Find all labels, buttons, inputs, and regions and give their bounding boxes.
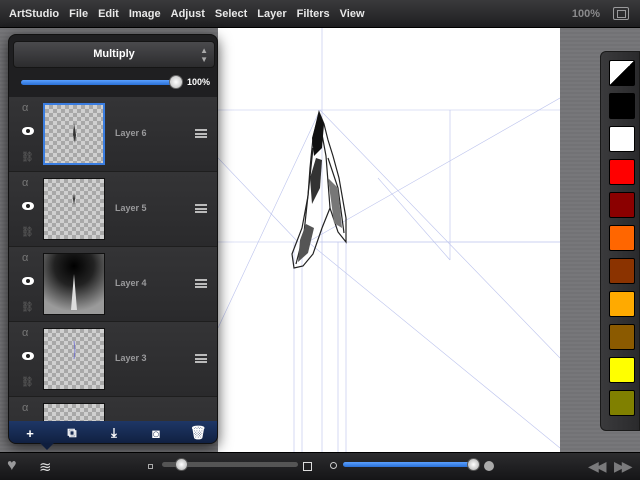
opacity-slider-track[interactable] <box>21 80 177 85</box>
layer-row[interactable]: α ⛓ Layer 5 <box>9 172 217 247</box>
blend-mode-select[interactable]: Multiply ▲ ▼ <box>13 41 215 68</box>
menu-image[interactable]: Image <box>129 8 161 20</box>
link-icon[interactable]: ⛓ <box>21 227 34 238</box>
layer-thumbnail-sketch <box>71 274 77 310</box>
layer-thumbnail-sketch <box>73 340 76 360</box>
menu-layer[interactable]: Layer <box>257 8 286 20</box>
heart-icon[interactable]: ♥ <box>7 457 17 475</box>
fg-bg-swatch[interactable] <box>609 60 635 86</box>
alpha-lock-icon[interactable]: α <box>22 402 28 414</box>
drag-handle-icon[interactable] <box>195 279 207 288</box>
brush-opacity-max-icon <box>484 461 494 471</box>
drawing-canvas[interactable] <box>218 28 560 452</box>
layer-list: α ⛓ Layer 6 α ⛓ Layer 5 α ⛓ Layer 4 α ⛓ … <box>9 97 217 421</box>
swatch-amber[interactable] <box>609 291 635 317</box>
brush-size-min-icon <box>148 464 153 469</box>
layers-panel: Multiply ▲ ▼ 100% α ⛓ Layer 6 α ⛓ Layer 5 <box>8 34 218 444</box>
menu-bar: ArtStudio File Edit Image Adjust Select … <box>0 0 640 28</box>
opacity-slider-knob[interactable] <box>169 75 183 89</box>
layer-thumbnail[interactable] <box>43 328 105 390</box>
swatch-black[interactable] <box>609 93 635 119</box>
delete-layer-button[interactable]: 🗑 <box>188 425 208 441</box>
duplicate-layer-button[interactable]: ⧉ <box>62 425 82 441</box>
sketch-artwork <box>218 28 560 452</box>
layer-thumbnail[interactable] <box>43 178 105 240</box>
fullscreen-icon[interactable] <box>613 7 629 20</box>
layer-name: Layer 5 <box>115 203 147 213</box>
swatch-white[interactable] <box>609 126 635 152</box>
opacity-label: 100% <box>187 77 211 87</box>
blend-mode-label: Multiply <box>93 48 135 60</box>
add-layer-button[interactable]: + <box>20 426 40 441</box>
panel-pointer <box>40 443 54 450</box>
visibility-eye-icon[interactable] <box>22 277 34 285</box>
swatch-yellow[interactable] <box>609 357 635 383</box>
menu-select[interactable]: Select <box>215 8 247 20</box>
layers-icon[interactable]: ≋ <box>39 458 52 476</box>
layer-name: Layer 3 <box>115 353 147 363</box>
visibility-eye-icon[interactable] <box>22 127 34 135</box>
alpha-lock-icon[interactable]: α <box>22 102 28 114</box>
brush-size-knob[interactable] <box>175 458 188 471</box>
brush-opacity-min-icon <box>330 462 337 469</box>
mask-layer-button[interactable]: ◙ <box>146 426 166 441</box>
layer-toolbar: + ⧉ ⤓ ◙ 🗑 <box>9 421 217 443</box>
swatch-dark-amber[interactable] <box>609 324 635 350</box>
layer-thumbnail[interactable] <box>43 253 105 315</box>
bottom-toolbar: ♥ ≋ ◀◀ ▶▶ <box>0 452 640 480</box>
layer-name: Layer 6 <box>115 128 147 138</box>
menu-app[interactable]: ArtStudio <box>9 8 59 20</box>
layer-thumbnail-sketch <box>73 123 76 143</box>
merge-layer-button[interactable]: ⤓ <box>104 425 124 441</box>
menu-adjust[interactable]: Adjust <box>171 8 205 20</box>
link-icon[interactable]: ⛓ <box>21 152 34 163</box>
menu-edit[interactable]: Edit <box>98 8 119 20</box>
layer-row[interactable]: α ⛓ Layer 6 <box>9 97 217 172</box>
layer-thumbnail-sketch <box>73 193 75 205</box>
link-icon[interactable]: ⛓ <box>21 377 34 388</box>
drag-handle-icon[interactable] <box>195 204 207 213</box>
alpha-lock-icon[interactable]: α <box>22 177 28 189</box>
link-icon[interactable]: ⛓ <box>21 302 34 313</box>
menu-file[interactable]: File <box>69 8 88 20</box>
visibility-eye-icon[interactable] <box>22 352 34 360</box>
swatch-brown[interactable] <box>609 258 635 284</box>
redo-icon[interactable]: ▶▶ <box>614 458 632 475</box>
swatch-red[interactable] <box>609 159 635 185</box>
swatch-orange[interactable] <box>609 225 635 251</box>
visibility-eye-icon[interactable] <box>22 202 34 210</box>
layer-thumbnail[interactable] <box>43 403 105 421</box>
swatch-olive[interactable] <box>609 390 635 416</box>
brush-size-max-icon <box>303 462 312 471</box>
brush-opacity-knob[interactable] <box>467 458 480 471</box>
alpha-lock-icon[interactable]: α <box>22 252 28 264</box>
opacity-row: 100% <box>9 71 217 95</box>
updown-arrows-icon: ▲ ▼ <box>200 46 208 64</box>
menu-view[interactable]: View <box>340 8 365 20</box>
zoom-level: 100% <box>571 8 600 20</box>
alpha-lock-icon[interactable]: α <box>22 327 28 339</box>
layer-row[interactable]: α ⛓ Layer 4 <box>9 247 217 322</box>
menu-filters[interactable]: Filters <box>297 8 330 20</box>
swatch-dark-red[interactable] <box>609 192 635 218</box>
layer-name: Layer 4 <box>115 278 147 288</box>
brush-opacity-slider[interactable] <box>343 462 479 467</box>
layer-row[interactable]: α ⛓ Layer 3 <box>9 322 217 397</box>
undo-icon[interactable]: ◀◀ <box>588 458 606 475</box>
layer-thumbnail[interactable] <box>43 103 105 165</box>
drag-handle-icon[interactable] <box>195 129 207 138</box>
drag-handle-icon[interactable] <box>195 354 207 363</box>
color-palette <box>600 51 640 431</box>
layer-row-partial[interactable]: α <box>9 397 217 421</box>
